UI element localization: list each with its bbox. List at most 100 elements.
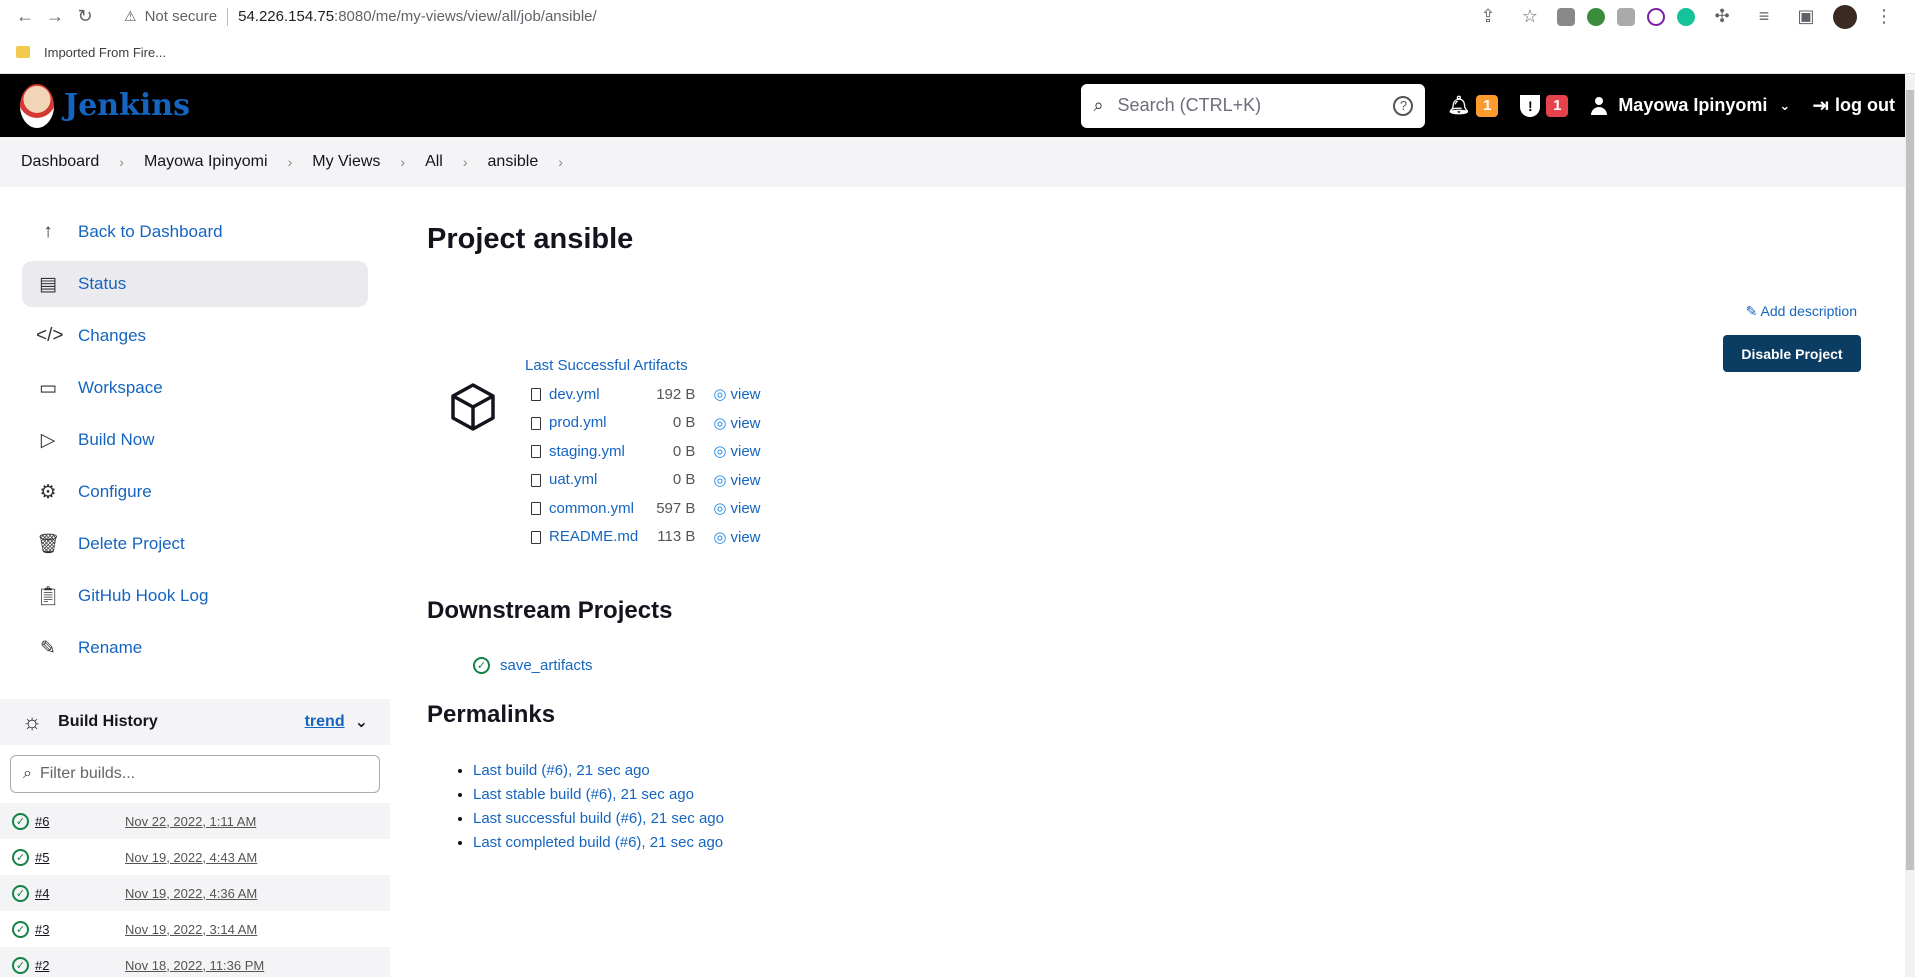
artifact-link[interactable]: README.md — [549, 528, 638, 545]
logout-icon: ⇥ — [1812, 95, 1830, 117]
chevron-right-icon: › — [119, 154, 124, 170]
breadcrumb-my-views[interactable]: My Views — [312, 153, 380, 171]
build-row: ✓ #2 Nov 18, 2022, 11:36 PM — [0, 947, 390, 977]
task-workspace[interactable]: ▭ Workspace — [22, 365, 368, 411]
fingerprint-icon: ◎ — [713, 386, 727, 404]
security-badge: 1 — [1546, 94, 1569, 117]
artifact-link[interactable]: prod.yml — [549, 414, 607, 431]
task-changes[interactable]: </> Changes — [22, 313, 368, 359]
build-date-link[interactable]: Nov 19, 2022, 4:43 AM — [125, 850, 257, 865]
build-date-link[interactable]: Nov 22, 2022, 1:11 AM — [125, 814, 256, 829]
task-github-hook-log[interactable]: 📋︎ GitHub Hook Log — [22, 573, 368, 619]
permalinks-heading: Permalinks — [427, 701, 556, 728]
downstream-projects-heading: Downstream Projects — [427, 597, 673, 624]
security-button[interactable]: ! 1 — [1520, 94, 1569, 117]
file-icon — [531, 416, 541, 430]
build-date-link[interactable]: Nov 19, 2022, 3:14 AM — [125, 922, 257, 937]
artifact-size: 597 B — [656, 499, 696, 517]
bookmark-item[interactable]: Imported From Fire... — [44, 45, 166, 60]
user-icon — [1590, 96, 1608, 115]
jenkins-home-link[interactable]: Jenkins — [20, 83, 190, 128]
artifact-row: README.md 113 B ◎ view — [525, 523, 761, 552]
fingerprint-icon: ◎ — [713, 443, 727, 461]
extension-icon[interactable] — [1617, 7, 1635, 26]
filter-builds-input[interactable]: ⌕ Filter builds... — [10, 755, 380, 793]
fingerprint-view-link[interactable]: view — [730, 529, 760, 546]
artifact-row: prod.yml 0 B ◎ view — [525, 409, 761, 438]
disable-project-button[interactable]: Disable Project — [1723, 335, 1861, 372]
breadcrumb-user[interactable]: Mayowa Ipinyomi — [144, 153, 268, 171]
add-description-link[interactable]: ✎ Add description — [1746, 303, 1857, 320]
forward-arrow-icon[interactable]: → — [40, 2, 70, 32]
reload-icon[interactable]: ↻ — [70, 2, 100, 32]
bell-icon: 🔔︎ — [1447, 95, 1471, 115]
folder-icon — [16, 46, 30, 58]
success-icon: ✓ — [12, 848, 29, 866]
document-icon: ▤ — [39, 273, 57, 295]
build-number-link[interactable]: #3 — [35, 922, 125, 937]
build-number-link[interactable]: #4 — [35, 886, 125, 901]
chevron-right-icon[interactable]: › — [558, 154, 563, 170]
task-status[interactable]: ▤ Status — [22, 261, 368, 307]
permalinks-list: Last build (#6), 21 sec ago Last stable … — [451, 762, 724, 858]
puzzle-icon[interactable]: ✣ — [1707, 2, 1737, 32]
artifact-link[interactable]: common.yml — [549, 500, 634, 517]
artifact-link[interactable]: dev.yml — [549, 386, 600, 403]
trend-link[interactable]: trend — [305, 713, 345, 731]
build-date-link[interactable]: Nov 19, 2022, 4:36 AM — [125, 886, 257, 901]
permalink-last-build[interactable]: Last build (#6), 21 sec ago — [473, 762, 650, 779]
build-number-link[interactable]: #5 — [35, 850, 125, 865]
address-bar[interactable]: ⚠ Not secure 54.226.154.75:8080/me/my-vi… — [112, 2, 1473, 32]
fingerprint-view-link[interactable]: view — [730, 386, 760, 403]
help-icon[interactable]: ? — [1393, 95, 1414, 116]
task-build-now[interactable]: ▷ Build Now — [22, 417, 368, 463]
build-number-link[interactable]: #2 — [35, 958, 125, 973]
fingerprint-view-link[interactable]: view — [730, 415, 760, 432]
task-configure[interactable]: ⚙ Configure — [22, 469, 368, 515]
build-row: ✓ #6 Nov 22, 2022, 1:11 AM — [0, 803, 390, 839]
media-icon[interactable]: ≡ — [1749, 2, 1779, 32]
extension-icon[interactable] — [1587, 7, 1605, 26]
profile-avatar[interactable] — [1833, 4, 1857, 29]
extension-icon[interactable] — [1647, 7, 1665, 26]
breadcrumb-dashboard[interactable]: Dashboard — [21, 153, 99, 171]
permalink-item: Last completed build (#6), 21 sec ago — [473, 834, 724, 852]
sidepanel-icon[interactable]: ▣ — [1791, 2, 1821, 32]
build-number-link[interactable]: #6 — [35, 814, 125, 829]
permalink-last-successful[interactable]: Last successful build (#6), 21 sec ago — [473, 810, 724, 827]
task-delete-project[interactable]: 🗑︎ Delete Project — [22, 521, 368, 567]
artifact-link[interactable]: uat.yml — [549, 471, 597, 488]
downstream-project-link[interactable]: save_artifacts — [500, 657, 593, 674]
chevron-down-icon: ⌄ — [1779, 97, 1791, 113]
artifact-link[interactable]: staging.yml — [549, 443, 625, 460]
breadcrumb-all[interactable]: All — [425, 153, 443, 171]
artifact-size: 0 B — [672, 414, 696, 432]
last-successful-artifacts-link[interactable]: Last Successful Artifacts — [525, 357, 761, 374]
menu-dots-icon[interactable]: ⋮ — [1869, 2, 1899, 32]
pencil-icon: ✎ — [1745, 303, 1758, 319]
search-input[interactable]: Search (CTRL+K) — [1118, 95, 1394, 116]
fingerprint-view-link[interactable]: view — [730, 443, 760, 460]
notifications-button[interactable]: 🔔︎ 1 — [1447, 94, 1499, 117]
permalink-last-completed[interactable]: Last completed build (#6), 21 sec ago — [473, 834, 723, 851]
chevron-down-icon[interactable]: ⌄ — [355, 712, 368, 732]
task-back-to-dashboard[interactable]: ↑ Back to Dashboard — [22, 209, 368, 255]
back-arrow-icon[interactable]: ← — [10, 2, 40, 32]
search-box[interactable]: ⌕ Search (CTRL+K) ? — [1081, 83, 1426, 128]
code-icon: </> — [36, 325, 64, 346]
fingerprint-view-link[interactable]: view — [730, 500, 760, 517]
breadcrumb-ansible[interactable]: ansible — [488, 153, 539, 171]
user-menu[interactable]: Mayowa Ipinyomi ⌄ — [1590, 95, 1790, 116]
task-rename[interactable]: ✎ Rename — [22, 625, 368, 671]
build-list: ✓ #6 Nov 22, 2022, 1:11 AM ✓ #5 Nov 19, 2022… — [0, 803, 390, 977]
star-icon[interactable]: ☆ — [1515, 2, 1545, 32]
build-date-link[interactable]: Nov 18, 2022, 11:36 PM — [125, 958, 264, 973]
scrollbar-thumb[interactable] — [1906, 90, 1914, 870]
page-scrollbar[interactable] — [1905, 74, 1915, 977]
share-icon[interactable]: ⇪ — [1473, 2, 1503, 32]
extension-icon[interactable] — [1557, 7, 1575, 26]
grammarly-icon[interactable] — [1677, 7, 1695, 26]
permalink-last-stable[interactable]: Last stable build (#6), 21 sec ago — [473, 786, 694, 803]
logout-button[interactable]: ⇥ log out — [1812, 93, 1895, 118]
fingerprint-view-link[interactable]: view — [730, 472, 760, 489]
